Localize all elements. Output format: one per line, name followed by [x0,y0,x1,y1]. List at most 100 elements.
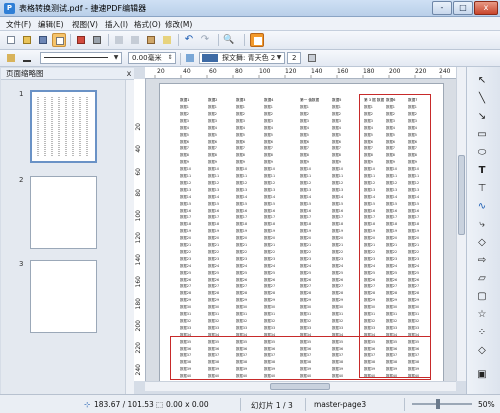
select-arrow-icon[interactable]: ↖ [472,73,492,88]
open-folder-icon[interactable] [20,33,34,47]
menu-file[interactable]: 文件(F) [6,19,31,30]
extra-tool-icon[interactable]: ▣ [472,367,492,382]
maximize-button[interactable]: □ [453,1,473,15]
table-cell: 数据3 [300,118,309,123]
table-cell: 数据4 [332,125,341,130]
line-width-input[interactable]: 0.00毫米 ⇕ [128,52,176,64]
table-cell: 数据7 [236,146,245,151]
callout-icon[interactable]: ▢ [472,289,492,304]
undo-icon[interactable]: ↶ [182,33,196,47]
ruler-label: 120 [135,232,142,244]
table-cell: 数据16 [208,208,220,213]
rectangle-icon[interactable]: ▭ [472,127,492,142]
table-cell: 数据25 [332,270,344,275]
points-icon[interactable]: ⁘ [472,325,492,340]
table-cell: 数据28 [300,291,312,296]
arrow-line-icon[interactable]: ↘ [472,109,492,124]
ellipse-icon[interactable]: ⬭ [472,145,492,160]
menu-modify[interactable]: 修改(M) [165,19,192,30]
table-cell: 数据11 [332,174,344,178]
thumbnails-scrollbar[interactable] [125,80,134,394]
table-cell: 数据17 [208,215,220,220]
table-cell: 数据14 [236,194,248,199]
print-icon[interactable] [90,33,104,47]
scroll-thumb[interactable] [458,155,465,235]
edit-icon[interactable] [52,33,66,47]
table-cell: 数据19 [236,229,248,234]
thumbnail-page-1[interactable] [30,90,97,163]
menu-insert[interactable]: 插入(I) [105,19,128,30]
transform-icon[interactable]: ◇ [472,343,492,358]
slideshow-icon[interactable] [250,33,264,47]
minimize-button[interactable]: - [432,1,452,15]
vertical-scrollbar[interactable] [456,67,466,381]
stars-icon[interactable]: ☆ [472,307,492,322]
line-width-value: 0.00毫米 [132,54,162,62]
menu-edit[interactable]: 编辑(E) [38,19,64,30]
copy-icon[interactable] [128,33,142,47]
line-tool-icon[interactable] [4,51,18,65]
table-cell: 数据22 [180,249,192,254]
pdf-page[interactable]: 数据1 数据1 数据2 数据3 数据4 数据5 数据6 数据7 数据8 数据9 数据10 数据11 数据… [159,83,444,381]
thumbnail-page-2[interactable] [30,176,97,249]
table-cell: 数据25 [300,270,312,275]
master-page-name: master-page3 [314,400,367,409]
text-icon[interactable]: T [472,163,492,178]
arrows-icon[interactable]: ⇨ [472,253,492,268]
menu-view[interactable]: 视图(V) [72,19,98,30]
fill-style-select[interactable]: 探文舞: 青天色 2 ▼ [199,52,285,64]
panel-close-icon[interactable]: x [124,68,134,80]
table-cell: 数据6 [264,139,273,144]
ruler-label: 240 [439,68,451,75]
zoom-icon[interactable]: 🔍 [222,33,236,47]
table-cell: 数据31 [236,312,248,316]
table-cell: 数据27 [236,284,248,289]
table-cell: 数据24 [180,263,192,268]
table-cell: 数据10 [236,167,248,172]
area-icon[interactable] [183,51,197,65]
table-cell: 数据8 [264,153,273,158]
redo-icon[interactable]: ↷ [198,33,212,47]
save-icon[interactable] [36,33,50,47]
table-cell: 数据26 [300,277,312,282]
new-document-icon[interactable] [4,33,18,47]
export-icon[interactable] [74,33,88,47]
table-cell: 数据33 [236,325,248,330]
table-cell: 数据15 [208,201,220,206]
table-cell: 数据11 [300,174,312,178]
shapes-icon[interactable]: ◇ [472,235,492,250]
table-cell: 数据18 [264,222,276,227]
table-cell: 数据12 [332,180,344,185]
close-button[interactable]: x [474,1,498,15]
table-cell: 数据18 [300,222,312,227]
scroll-thumb[interactable] [270,383,330,390]
document-canvas[interactable]: 数据1 数据1 数据2 数据3 数据4 数据5 数据6 数据7 数据8 数据9 数据10 数据11 数据… [146,79,456,381]
arrow-style-icon[interactable] [20,51,34,65]
format-paintbrush-icon[interactable] [160,33,174,47]
horizontal-scrollbar[interactable] [145,381,456,391]
line-icon[interactable]: ╲ [472,91,492,106]
curve-icon[interactable]: ∿ [472,199,492,214]
cut-icon[interactable] [112,33,126,47]
menu-format[interactable]: 格式(O) [134,19,161,30]
table-cell: 数据2 [300,111,309,116]
ruler-label: 20 [157,68,165,75]
vertical-text-icon[interactable]: ⊤ [472,181,492,196]
fill-style-label: 探文舞: 青天色 2 [222,54,276,62]
table-cell: 数据25 [208,270,220,275]
shadow-icon[interactable] [305,51,319,65]
zoom-slider-thumb[interactable] [436,399,440,409]
selection-size: 0.00 x 0.00 [166,400,209,409]
table-cell: 数据24 [236,263,248,268]
table-cell: 数据9 [180,160,189,165]
fill-number[interactable]: 2 [287,52,301,64]
zoom-slider[interactable] [412,403,472,405]
flowchart-icon[interactable]: ▱ [472,271,492,286]
table-cell: 数据15 [180,201,192,206]
line-style-select[interactable]: ▼ [40,52,122,64]
connector-icon[interactable]: ⤷ [472,217,492,232]
table-cell: 数据21 [180,243,192,247]
paste-icon[interactable] [144,33,158,47]
thumbnail-page-3[interactable] [30,260,97,333]
drawing-toolbar: ↖ ╲ ↘ ▭ ⬭ T ⊤ ∿ ⤷ ◇ ⇨ ▱ ▢ ☆ ⁘ ◇ ▣ [466,67,500,394]
